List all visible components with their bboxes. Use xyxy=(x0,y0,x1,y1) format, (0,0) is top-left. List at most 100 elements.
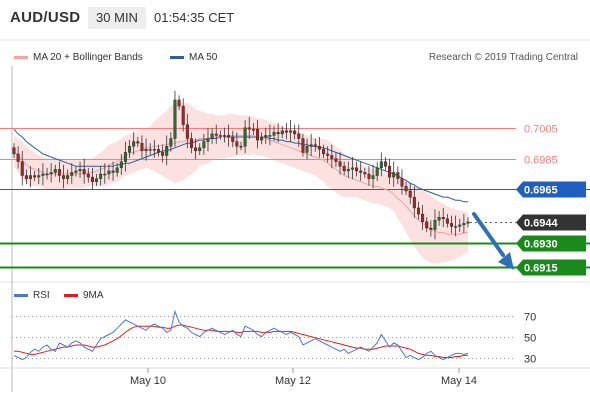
x-tick-label-0: May 10 xyxy=(130,375,166,387)
candle-body-4 xyxy=(29,175,33,179)
rsi-tick-70: 70 xyxy=(524,312,536,324)
candle-body-101 xyxy=(429,227,433,230)
candle-body-60 xyxy=(260,136,264,141)
candle-body-25 xyxy=(115,167,119,173)
candle-body-49 xyxy=(214,133,218,136)
level-0-6965-label: 0.6965 xyxy=(524,185,558,197)
candle-body-33 xyxy=(148,149,152,151)
candle-body-32 xyxy=(144,149,148,152)
candle-body-87 xyxy=(371,175,375,179)
candle-body-59 xyxy=(256,129,260,141)
level-0-7005-label: 0.7005 xyxy=(524,124,558,136)
candle-body-34 xyxy=(152,149,156,151)
candle-body-10 xyxy=(53,169,57,173)
candle-body-58 xyxy=(251,129,255,131)
candle-body-67 xyxy=(289,130,293,133)
candle-body-84 xyxy=(359,170,363,173)
candle-body-18 xyxy=(86,173,90,178)
candle-body-104 xyxy=(441,216,445,219)
candle-body-77 xyxy=(330,155,334,159)
candle-body-109 xyxy=(462,223,466,226)
candle-body-75 xyxy=(322,149,326,155)
candle-body-110 xyxy=(466,221,470,224)
rsi-tick-50: 50 xyxy=(524,333,536,345)
candle-body-29 xyxy=(132,141,136,147)
candle-body-78 xyxy=(334,158,338,162)
candle-body-79 xyxy=(338,161,342,167)
candle-body-42 xyxy=(185,124,189,139)
price-chart[interactable]: 0.7005 0.6985 0.6965 0.6944 0.6930 0.6915 70 50… xyxy=(0,0,590,400)
level-0-6915-label: 0.6915 xyxy=(524,263,558,275)
candle-body-100 xyxy=(425,221,429,229)
candle-body-37 xyxy=(165,146,169,156)
x-tick-label-2: May 14 xyxy=(441,375,477,387)
candle-body-97 xyxy=(412,196,416,209)
candle-body-50 xyxy=(218,135,222,137)
candle-body-40 xyxy=(177,99,181,107)
candle-body-48 xyxy=(210,133,214,139)
rsi-tick-30: 30 xyxy=(524,354,536,366)
candle-body-45 xyxy=(198,147,202,152)
rsi-9ma-line xyxy=(14,324,468,358)
x-tick-label-1: May 12 xyxy=(275,375,311,387)
candle-body-53 xyxy=(231,136,235,142)
candle-body-11 xyxy=(57,169,61,176)
candle-body-92 xyxy=(392,172,396,178)
level-0-6944-label: 0.6944 xyxy=(524,218,559,230)
candle-body-103 xyxy=(437,216,441,221)
candle-body-17 xyxy=(82,169,86,175)
candle-body-91 xyxy=(388,166,392,178)
candle-body-71 xyxy=(305,146,309,153)
candle-body-5 xyxy=(33,175,37,178)
candle-body-2 xyxy=(20,161,24,176)
candle-39 xyxy=(173,90,177,147)
candle-body-96 xyxy=(408,190,412,198)
candle-body-24 xyxy=(111,170,115,173)
candle-body-52 xyxy=(227,135,231,138)
bollinger-band xyxy=(14,101,468,264)
candle-body-26 xyxy=(119,161,123,169)
candle-body-106 xyxy=(449,223,453,227)
candle-body-3 xyxy=(24,175,28,179)
candle-body-72 xyxy=(309,144,313,147)
candle-body-81 xyxy=(346,169,350,172)
rsi-line xyxy=(13,309,469,361)
candle-body-62 xyxy=(268,135,272,137)
candle-body-57 xyxy=(247,127,251,130)
candle-body-47 xyxy=(206,138,210,142)
candle-body-70 xyxy=(301,138,305,153)
candle-body-95 xyxy=(404,186,408,192)
candle-body-21 xyxy=(99,173,103,179)
candle-body-61 xyxy=(264,135,268,138)
candle-body-68 xyxy=(293,130,297,135)
candle-body-89 xyxy=(379,161,383,169)
candle-body-108 xyxy=(458,224,462,227)
candle-body-98 xyxy=(416,207,420,215)
candle-body-63 xyxy=(272,132,276,136)
candle-body-64 xyxy=(276,132,280,135)
candle-body-74 xyxy=(317,146,321,150)
candle-body-83 xyxy=(355,167,359,172)
candle-body-27 xyxy=(123,152,127,162)
candle-body-36 xyxy=(161,152,165,156)
candle-body-99 xyxy=(421,213,425,223)
candle-body-30 xyxy=(136,141,140,144)
candle-body-20 xyxy=(95,178,99,182)
level-0-6930-label: 0.6930 xyxy=(524,239,558,251)
candle-body-0 xyxy=(12,147,16,155)
candle-body-39 xyxy=(173,99,177,139)
candle-body-80 xyxy=(342,166,346,172)
candle-body-41 xyxy=(181,105,185,125)
candle-body-7 xyxy=(41,173,45,176)
candle-body-107 xyxy=(454,226,458,228)
candle-body-66 xyxy=(284,130,288,133)
candle-body-105 xyxy=(445,218,449,224)
candle-body-90 xyxy=(383,161,387,167)
candle-body-46 xyxy=(202,141,206,148)
candle-body-38 xyxy=(169,138,173,147)
candle-body-55 xyxy=(239,146,243,148)
candle-body-86 xyxy=(367,173,371,179)
candle-body-94 xyxy=(400,178,404,187)
candle-body-56 xyxy=(243,127,247,147)
candle-body-15 xyxy=(74,170,78,173)
